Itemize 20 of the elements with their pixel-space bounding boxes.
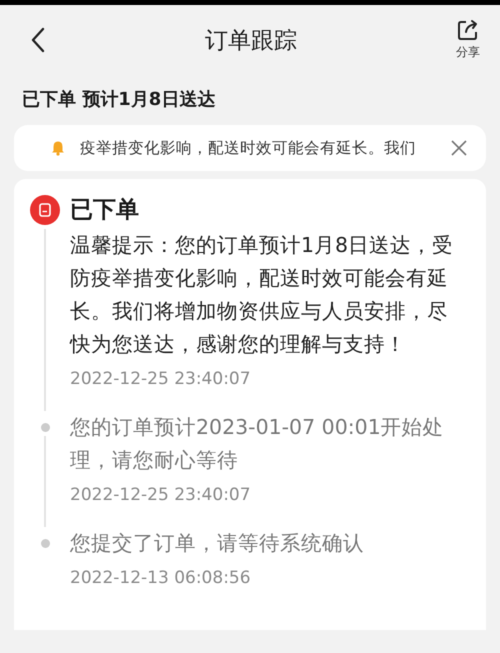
share-button[interactable]: 分享 bbox=[456, 19, 480, 61]
event-message: 您的订单预计2023-01-07 00:01开始处理，请您耐心等待 bbox=[70, 414, 445, 474]
order-status-icon bbox=[30, 195, 60, 225]
bell-icon bbox=[50, 140, 66, 156]
close-icon bbox=[450, 139, 468, 157]
delivery-summary: 已下单 预计1月8日送达 bbox=[21, 88, 216, 112]
page-title: 订单跟踪 bbox=[204, 26, 298, 56]
event-time: 2022-12-25 23:40:07 bbox=[70, 485, 252, 505]
timeline-dot bbox=[40, 539, 50, 548]
share-icon bbox=[457, 19, 479, 41]
status-message: 温馨提示：您的订单预计1月8日送达，受防疫举措变化影响，配送时效可能会有延长。我们将增加物资供应与人员安排，尽快为您送达，感谢您的理解与支持！ bbox=[70, 232, 454, 358]
status-title: 已下单 bbox=[70, 196, 140, 225]
back-button[interactable] bbox=[30, 27, 46, 53]
timeline-dot bbox=[40, 423, 50, 432]
event-time: 2022-12-13 06:08:56 bbox=[70, 568, 252, 588]
close-button[interactable] bbox=[450, 139, 468, 157]
notice-text: 疫举措变化影响，配送时效可能会有延长。我们 bbox=[80, 138, 417, 158]
event-message: 您提交了订单，请等待系统确认 bbox=[70, 530, 365, 557]
back-icon bbox=[30, 27, 46, 53]
event-time: 2022-12-25 23:40:07 bbox=[70, 369, 252, 389]
